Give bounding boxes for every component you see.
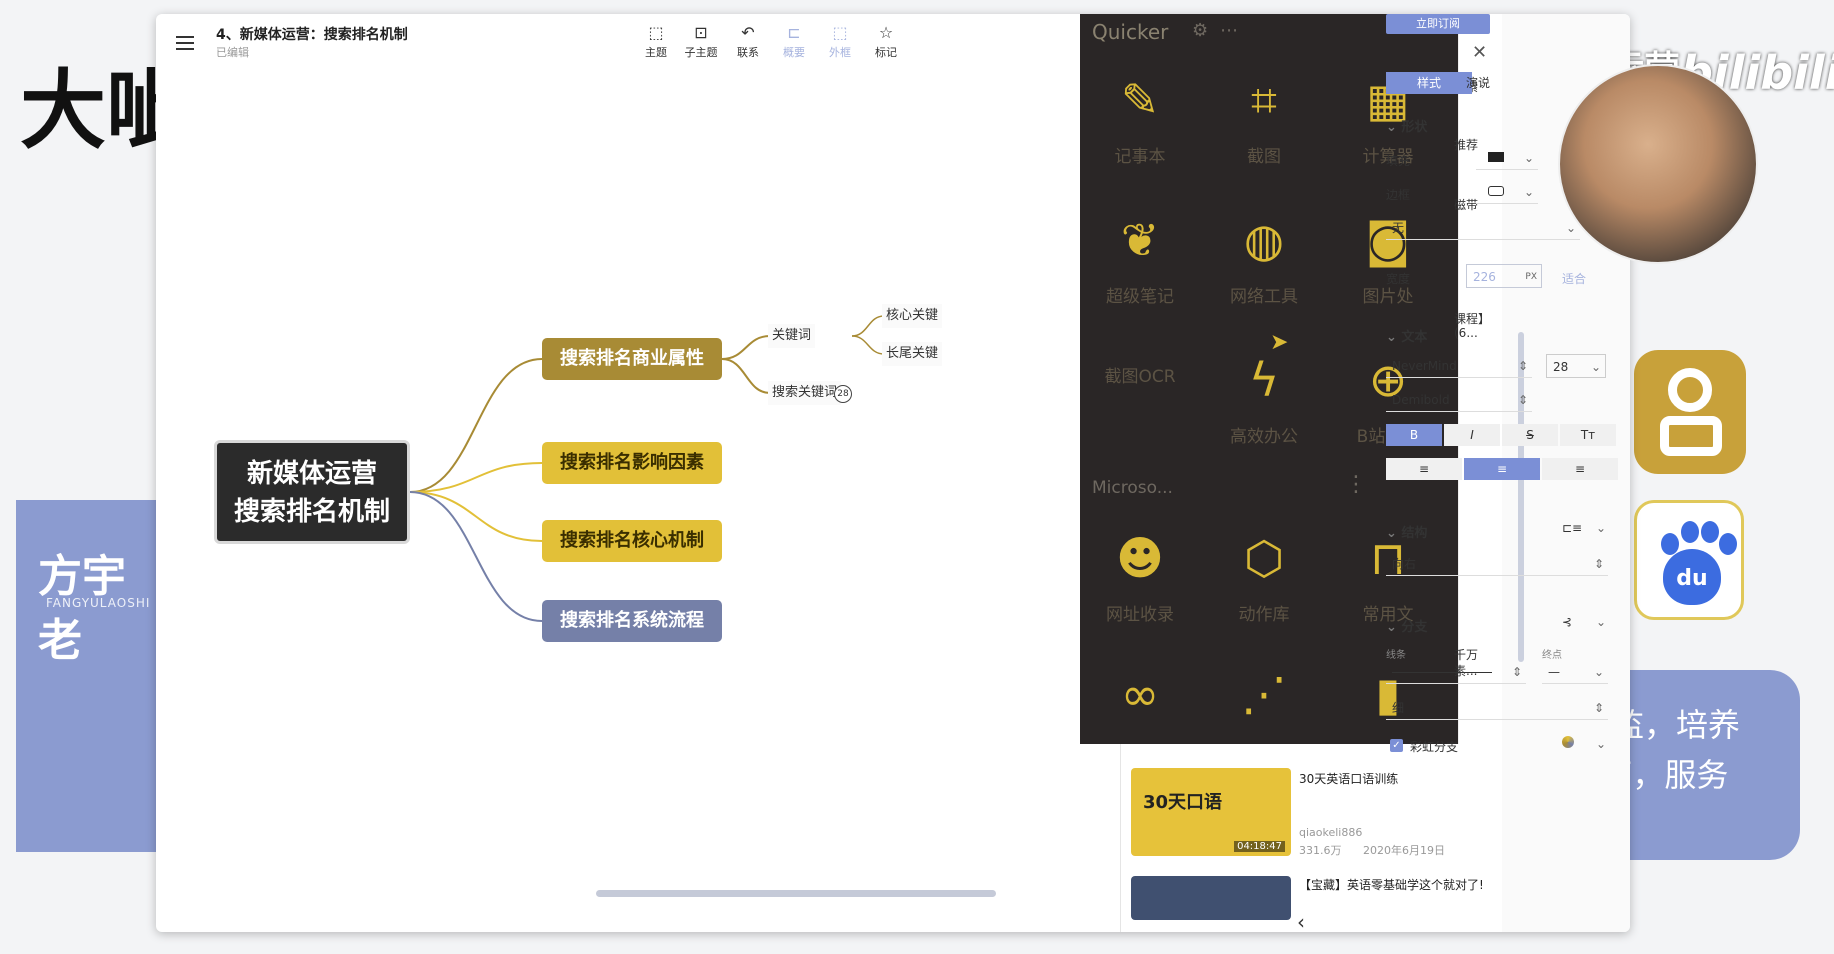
quicker-item-docs[interactable]: ⊓ 常用文 <box>1328 528 1448 625</box>
presenter-card: 方宇老 FANGYULAOSHI <box>16 500 166 852</box>
close-icon[interactable]: ✕ <box>1472 42 1487 63</box>
mouse-cursor-icon: ➤ <box>1270 330 1289 355</box>
quicker-item-actions[interactable]: ⬡ 动作库 <box>1204 528 1324 625</box>
branch-factors[interactable]: 搜索排名影响因素 <box>542 442 722 484</box>
width-label: 宽度 <box>1386 272 1411 286</box>
text-case-button[interactable]: Tт <box>1560 424 1616 446</box>
border-style-select[interactable]: 无 ⌄ <box>1386 216 1580 240</box>
vertical-scrollbar[interactable] <box>1518 332 1524 662</box>
root-topic-line-2: 搜索排名机制 <box>233 497 390 527</box>
video-uploader[interactable]: qiaokeli886 <box>1299 826 1362 839</box>
italic-button[interactable]: I <box>1444 424 1500 446</box>
width-input[interactable]: 226 PX <box>1466 264 1542 288</box>
leaf-core-keyword[interactable]: 核心关键 <box>882 304 943 328</box>
crop-icon: ⌗ <box>1251 73 1277 127</box>
tab-style[interactable]: 样式 <box>1386 72 1472 94</box>
more-icon[interactable]: ⋯ <box>1220 20 1238 41</box>
leaf-longtail-keyword[interactable]: 长尾关键 <box>882 342 943 366</box>
quicker-title: Quicker <box>1092 20 1169 44</box>
video-title-2[interactable]: 【宝藏】英语零基础学这个就对了! <box>1299 876 1495 894</box>
quicker-item-select[interactable]: ⋰ <box>1204 664 1324 724</box>
link-icon: ∞ <box>1120 667 1160 721</box>
align-left-button[interactable]: ≡ <box>1386 458 1462 480</box>
quicker-item-supernote[interactable]: ❦ 超级笔记 <box>1080 210 1200 307</box>
line-label: 线条 <box>1386 650 1406 661</box>
sidebar-item-count[interactable]: (6... <box>1454 326 1478 340</box>
rainbow-label: 彩虹分支 <box>1410 740 1459 754</box>
quicker-item-url[interactable]: ☻ 网址收录 <box>1080 528 1200 625</box>
quicker-item-link[interactable]: ∞ <box>1080 664 1200 724</box>
section-more-icon[interactable]: ⋮ <box>1345 472 1367 497</box>
font-weight-select[interactable]: Demibold ⇕ <box>1386 388 1532 412</box>
bold-button[interactable]: B <box>1386 424 1442 446</box>
leaf-icon: ❦ <box>1120 213 1160 267</box>
fit-button[interactable]: 适合 <box>1562 270 1586 287</box>
structure-select[interactable]: 向右 ⇕ <box>1386 552 1608 576</box>
font-size-select[interactable]: 28 ⌄ <box>1546 354 1606 378</box>
root-topic[interactable]: 新媒体运营 搜索排名机制 <box>214 440 410 544</box>
collapsed-count-badge[interactable]: 28 <box>834 385 852 403</box>
video-thumbnail-2[interactable] <box>1131 876 1291 920</box>
fill-label: 填充 <box>1386 154 1411 168</box>
subtopic-keyword[interactable]: 关键词 <box>768 324 816 348</box>
quicker-item-screenshot[interactable]: ⌗ 截图 <box>1204 70 1324 167</box>
structure-icon: ⊏≡ <box>1562 521 1583 535</box>
chevron-left-icon[interactable]: ‹ <box>1297 910 1305 932</box>
text-section[interactable]: 文本 <box>1386 326 1427 345</box>
rainbow-checkbox[interactable]: ✓ <box>1390 739 1403 752</box>
quicker-item-notepad[interactable]: ✎ 记事本 <box>1080 70 1200 167</box>
root-topic-line-1: 新媒体运营 <box>246 459 377 489</box>
kuaishou-logo <box>1634 350 1746 474</box>
rainbow-color-picker[interactable]: ⌄ <box>1556 732 1610 756</box>
sidebar-item-recommend[interactable]: 推荐 <box>1454 136 1478 153</box>
cube-icon: ⬡ <box>1243 531 1285 585</box>
tab-presentation[interactable]: 演说 <box>1466 72 1490 94</box>
line-style-select[interactable]: ⇕ <box>1386 660 1526 684</box>
color-wheel-icon <box>1562 736 1574 748</box>
shape-section[interactable]: 形状 <box>1386 116 1427 135</box>
align-center-button[interactable]: ≡ <box>1464 458 1540 480</box>
branch-section[interactable]: 分支 <box>1386 616 1427 635</box>
video-thumbnail[interactable]: 30天口语 04:18:47 <box>1131 768 1291 856</box>
sidebar-item-course[interactable]: 课程】 <box>1454 310 1490 327</box>
branch-process[interactable]: 搜索排名系统流程 <box>542 600 722 642</box>
subscribe-button[interactable]: 立即订阅 <box>1386 14 1490 34</box>
presenter-sub: FANGYULAOSHI <box>46 596 151 610</box>
border-label: 边框 <box>1386 188 1411 202</box>
subtopic-search-keyword[interactable]: 搜索关键词 <box>768 381 842 405</box>
branch-icon: ⊰ <box>1562 615 1573 629</box>
branch-commercial[interactable]: 搜索排名商业属性 <box>542 338 722 380</box>
video-list: 30天口语 04:18:47 30天英语口语训练 qiaokeli886 331… <box>1120 744 1502 932</box>
quicker-item-ocr[interactable]: 截图OCR <box>1080 350 1200 387</box>
bolt-icon: ϟ <box>1248 353 1280 407</box>
video-duration: 04:18:47 <box>1234 841 1285 852</box>
baidu-logo: du <box>1634 500 1744 620</box>
endpoint-label: 终点 <box>1542 650 1562 661</box>
sidebar-item-tape[interactable]: 磁带 <box>1454 196 1478 213</box>
globe-net-icon: ◍ <box>1243 213 1285 267</box>
align-right-button[interactable]: ≡ <box>1542 458 1618 480</box>
thickness-select[interactable]: 细 ⇕ <box>1386 696 1608 720</box>
select-icon: ⋰ <box>1241 667 1287 721</box>
structure-icon-picker[interactable]: ⊏≡ ⌄ <box>1556 516 1610 540</box>
notepad-icon: ✎ <box>1120 73 1160 127</box>
strike-button[interactable]: S <box>1502 424 1558 446</box>
structure-section[interactable]: 结构 <box>1386 522 1427 541</box>
border-shape-picker[interactable]: ⌄ <box>1476 180 1538 204</box>
endpoint-select[interactable]: — ⌄ <box>1542 660 1608 684</box>
quicker-section-microsoft: Microso... <box>1092 478 1173 498</box>
horizontal-scrollbar[interactable] <box>596 890 996 897</box>
video-title[interactable]: 30天英语口语训练 <box>1299 770 1495 788</box>
gear-icon[interactable]: ⚙ <box>1192 20 1208 41</box>
alien-icon: ☻ <box>1116 531 1164 585</box>
webcam-overlay <box>1558 64 1758 264</box>
quicker-item-network[interactable]: ◍ 网络工具 <box>1204 210 1324 307</box>
video-date: 2020年6月19日 <box>1363 844 1445 857</box>
fill-color-picker[interactable]: ⌄ <box>1476 146 1538 170</box>
branch-core[interactable]: 搜索排名核心机制 <box>542 520 722 562</box>
font-family-select[interactable]: NeverMind ⇕ <box>1386 354 1532 378</box>
quicker-item-office[interactable]: ϟ 高效办公 <box>1204 350 1324 447</box>
branch-icon-picker[interactable]: ⊰ ⌄ <box>1556 610 1610 634</box>
video-views: 331.6万 <box>1299 844 1342 857</box>
